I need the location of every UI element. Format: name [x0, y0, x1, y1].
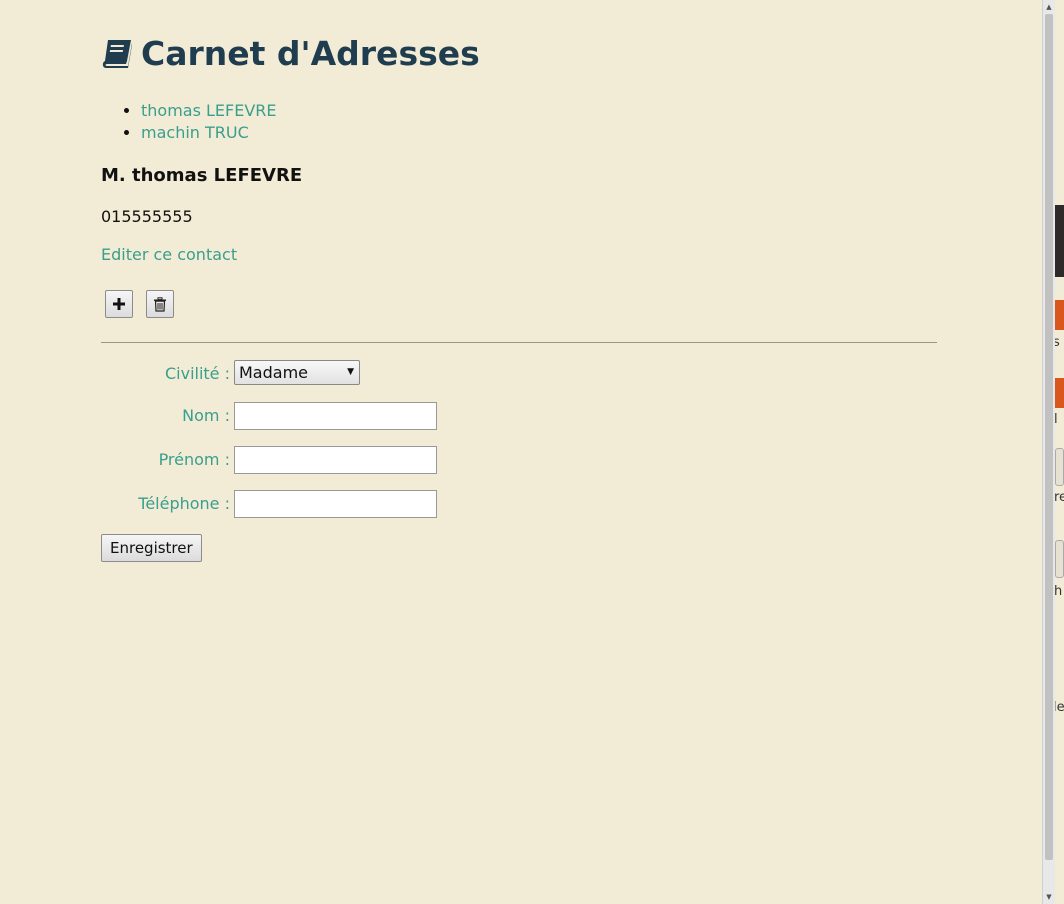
civility-label: Civilité : [164, 364, 230, 383]
background-text-fragment: h [1055, 584, 1063, 599]
background-orange-bar [1055, 300, 1064, 330]
background-text-fragment: re [1055, 490, 1064, 505]
civility-select[interactable]: Madame ▼ [234, 360, 360, 385]
phone-input[interactable] [234, 490, 437, 518]
book-icon [102, 39, 132, 68]
list-item: thomas LEFEVRE [141, 100, 277, 122]
trash-icon [154, 296, 166, 312]
scroll-down-arrow-icon[interactable]: ▼ [1043, 890, 1055, 904]
plus-icon [113, 298, 125, 310]
background-text-fragment: s [1055, 335, 1060, 350]
last-name-input[interactable] [234, 402, 437, 430]
first-name-row: Prénom : [101, 446, 501, 474]
first-name-label: Prénom : [158, 450, 230, 469]
background-button [1055, 448, 1064, 486]
edit-contact-link[interactable]: Editer ce contact [101, 245, 237, 264]
browser-viewport: Carnet d'Adresses thomas LEFEVRE machin … [0, 0, 1042, 904]
civility-row: Civilité : Madame ▼ [101, 360, 501, 388]
first-name-input[interactable] [234, 446, 437, 474]
contact-name-heading: M. thomas LEFEVRE [101, 165, 303, 186]
list-item: machin TRUC [141, 122, 277, 144]
last-name-label: Nom : [182, 406, 230, 425]
contact-list: thomas LEFEVRE machin TRUC [101, 100, 277, 144]
vertical-scrollbar[interactable]: ▲ ▼ [1042, 0, 1055, 904]
contact-link-thomas-lefevre[interactable]: thomas LEFEVRE [141, 101, 277, 120]
scroll-up-arrow-icon[interactable]: ▲ [1043, 0, 1055, 14]
phone-row: Téléphone : [101, 490, 501, 518]
background-dark-panel [1055, 205, 1064, 277]
background-button [1055, 540, 1064, 578]
phone-label: Téléphone : [138, 494, 230, 513]
save-button[interactable]: Enregistrer [101, 534, 202, 562]
contact-phone: 015555555 [101, 207, 193, 226]
page-title-text: Carnet d'Adresses [141, 34, 480, 73]
background-orange-bar [1055, 378, 1064, 408]
add-contact-button[interactable] [105, 290, 133, 318]
contact-link-machin-truc[interactable]: machin TRUC [141, 123, 249, 142]
section-divider [101, 342, 937, 343]
background-window-edge: s l re h le [1055, 0, 1064, 904]
scroll-thumb[interactable] [1045, 14, 1053, 860]
dropdown-caret-icon: ▼ [347, 367, 354, 377]
delete-contact-button[interactable] [146, 290, 174, 318]
background-text-fragment: le [1055, 700, 1064, 715]
page-title: Carnet d'Adresses [101, 34, 480, 73]
civility-selected-value: Madame [239, 363, 308, 382]
background-text-fragment: l [1055, 412, 1058, 427]
last-name-row: Nom : [101, 402, 501, 430]
